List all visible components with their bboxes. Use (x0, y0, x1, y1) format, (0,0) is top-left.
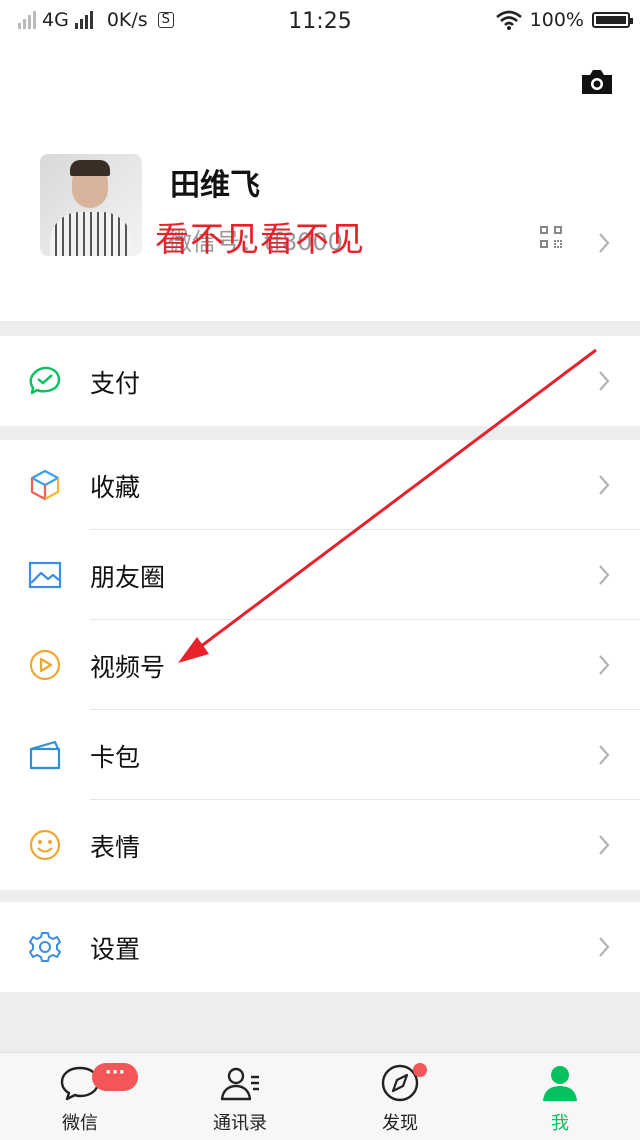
menu-label-stickers: 表情 (90, 833, 141, 862)
gear-icon (29, 932, 61, 962)
avatar[interactable] (40, 154, 142, 256)
menu-item-favorites[interactable]: 收藏 (0, 440, 640, 530)
menu-label-favorites: 收藏 (90, 473, 141, 502)
bottom-tab-bar: ··· 微信 通讯录 发现 我 (0, 1052, 640, 1140)
chevron-right-icon (599, 475, 610, 495)
menu-label-cards: 卡包 (90, 743, 141, 772)
profile-chevron-icon (599, 233, 610, 253)
avatar-body (50, 212, 132, 256)
chevron-right-icon (599, 745, 610, 765)
status-right: 100% (495, 9, 633, 31)
wifi-icon (495, 10, 522, 30)
qr-code-icon[interactable] (540, 226, 562, 248)
tab-label-discover: 发现 (382, 1113, 418, 1134)
discover-notification-dot (413, 1063, 427, 1077)
menu-item-stickers[interactable]: 表情 (0, 800, 640, 890)
menu-label-moments: 朋友圈 (90, 563, 166, 592)
main-menu-section: 收藏 朋友圈 视频号 卡包 表情 (0, 440, 640, 890)
profile-name: 田维飞 (170, 168, 260, 203)
chevron-right-icon (599, 835, 610, 855)
menu-label-settings: 设置 (90, 935, 141, 964)
chevron-right-icon (599, 655, 610, 675)
image-icon (28, 561, 62, 589)
smile-icon (29, 829, 61, 861)
menu-item-cards[interactable]: 卡包 (0, 710, 640, 800)
chevron-right-icon (599, 371, 610, 391)
tab-chats[interactable]: ··· 微信 (0, 1053, 160, 1140)
tab-label-me: 我 (551, 1113, 569, 1134)
play-circle-icon (29, 649, 61, 681)
tab-discover[interactable]: 发现 (320, 1053, 480, 1140)
menu-label-channels: 视频号 (90, 653, 166, 682)
menu-item-channels[interactable]: 视频号 (0, 620, 640, 710)
person-icon (543, 1066, 577, 1101)
camera-icon[interactable] (580, 68, 614, 96)
battery-icon (592, 12, 633, 28)
menu-item-moments[interactable]: 朋友圈 (0, 530, 640, 620)
unread-badge: ··· (92, 1063, 138, 1091)
contacts-icon (220, 1067, 259, 1101)
settings-section: 设置 (0, 902, 640, 992)
status-bar: 4G 0K/s S 11:25 100% (0, 0, 640, 44)
chevron-right-icon (599, 565, 610, 585)
menu-item-pay[interactable]: 支付 (0, 336, 640, 426)
annotation-overlay-text: 看不见看不见 (155, 220, 365, 260)
tab-label-chats: 微信 (62, 1113, 98, 1134)
battery-percent: 100% (529, 9, 584, 31)
menu-label-pay: 支付 (90, 369, 141, 398)
menu-item-settings[interactable]: 设置 (0, 902, 640, 992)
tab-contacts[interactable]: 通讯录 (160, 1053, 320, 1140)
pay-section: 支付 (0, 336, 640, 426)
wechat-pay-icon (29, 366, 61, 395)
card-icon (29, 740, 61, 770)
avatar-hair (70, 160, 110, 176)
tab-me[interactable]: 我 (480, 1053, 640, 1140)
chevron-right-icon (599, 937, 610, 957)
profile-header[interactable]: 田维飞 微信号：tf8000 看不见看不见 (0, 44, 640, 321)
tab-label-contacts: 通讯录 (213, 1113, 267, 1134)
cube-icon (30, 469, 60, 501)
